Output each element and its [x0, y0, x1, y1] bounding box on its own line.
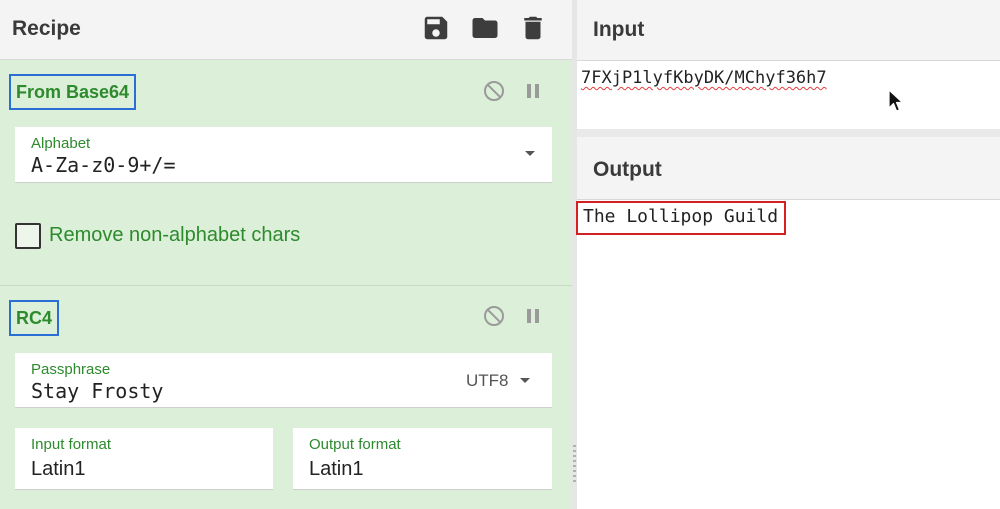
- output-header: Output: [577, 137, 1000, 200]
- alphabet-label: Alphabet: [31, 135, 91, 152]
- input-title: Input: [593, 18, 645, 41]
- chevron-down-icon: [525, 151, 535, 156]
- disable-icon[interactable]: [482, 304, 506, 328]
- output-format-value: Latin1: [309, 458, 364, 480]
- alphabet-value: A-Za-z0-9+/=: [31, 153, 176, 177]
- passphrase-value: Stay Frosty: [31, 379, 164, 403]
- recipe-title: Recipe: [12, 17, 81, 40]
- recipe-header: Recipe: [0, 0, 572, 60]
- remove-non-alphabet-checkbox[interactable]: [15, 223, 41, 249]
- input-header: Input: [577, 0, 1000, 61]
- trash-icon[interactable]: [518, 13, 548, 43]
- chevron-down-icon: [520, 378, 530, 383]
- pause-icon[interactable]: [521, 304, 545, 328]
- recipe-pane: Recipe From Base64 Alphabet A-Za-z0-9+/=…: [0, 0, 572, 509]
- mouse-pointer-icon: [888, 89, 904, 113]
- input-format-label: Input format: [31, 436, 112, 453]
- remove-non-alphabet-label[interactable]: Remove non-alphabet chars: [49, 224, 300, 247]
- io-divider: [577, 129, 1000, 137]
- output-value: The Lollipop Guild: [576, 201, 787, 235]
- resize-grip-icon: [573, 445, 576, 485]
- alphabet-dropdown[interactable]: Alphabet A-Za-z0-9+/=: [15, 127, 552, 183]
- operation-divider: [0, 285, 572, 286]
- output-title: Output: [593, 158, 662, 181]
- operation-title-rc4[interactable]: RC4: [9, 300, 60, 336]
- passphrase-encoding-dropdown[interactable]: UTF8: [466, 371, 509, 391]
- input-format-dropdown[interactable]: Input format Latin1: [15, 428, 273, 490]
- folder-icon[interactable]: [470, 13, 500, 43]
- save-icon[interactable]: [421, 13, 451, 43]
- output-format-label: Output format: [309, 436, 401, 453]
- pause-icon[interactable]: [521, 79, 545, 103]
- passphrase-label: Passphrase: [31, 361, 111, 378]
- disable-icon[interactable]: [482, 79, 506, 103]
- passphrase-encoding-value: UTF8: [466, 371, 509, 390]
- input-format-value: Latin1: [31, 458, 86, 480]
- input-textarea[interactable]: 7FXjP1lyfKbyDK/MChyf36h7: [577, 61, 1000, 129]
- output-format-dropdown[interactable]: Output format Latin1: [293, 428, 552, 490]
- passphrase-field[interactable]: Passphrase Stay Frosty UTF8: [15, 353, 552, 408]
- input-value: 7FXjP1lyfKbyDK/MChyf36h7: [581, 68, 827, 88]
- operation-title-from-base64[interactable]: From Base64: [9, 74, 137, 110]
- output-area[interactable]: The Lollipop Guild: [576, 200, 1000, 509]
